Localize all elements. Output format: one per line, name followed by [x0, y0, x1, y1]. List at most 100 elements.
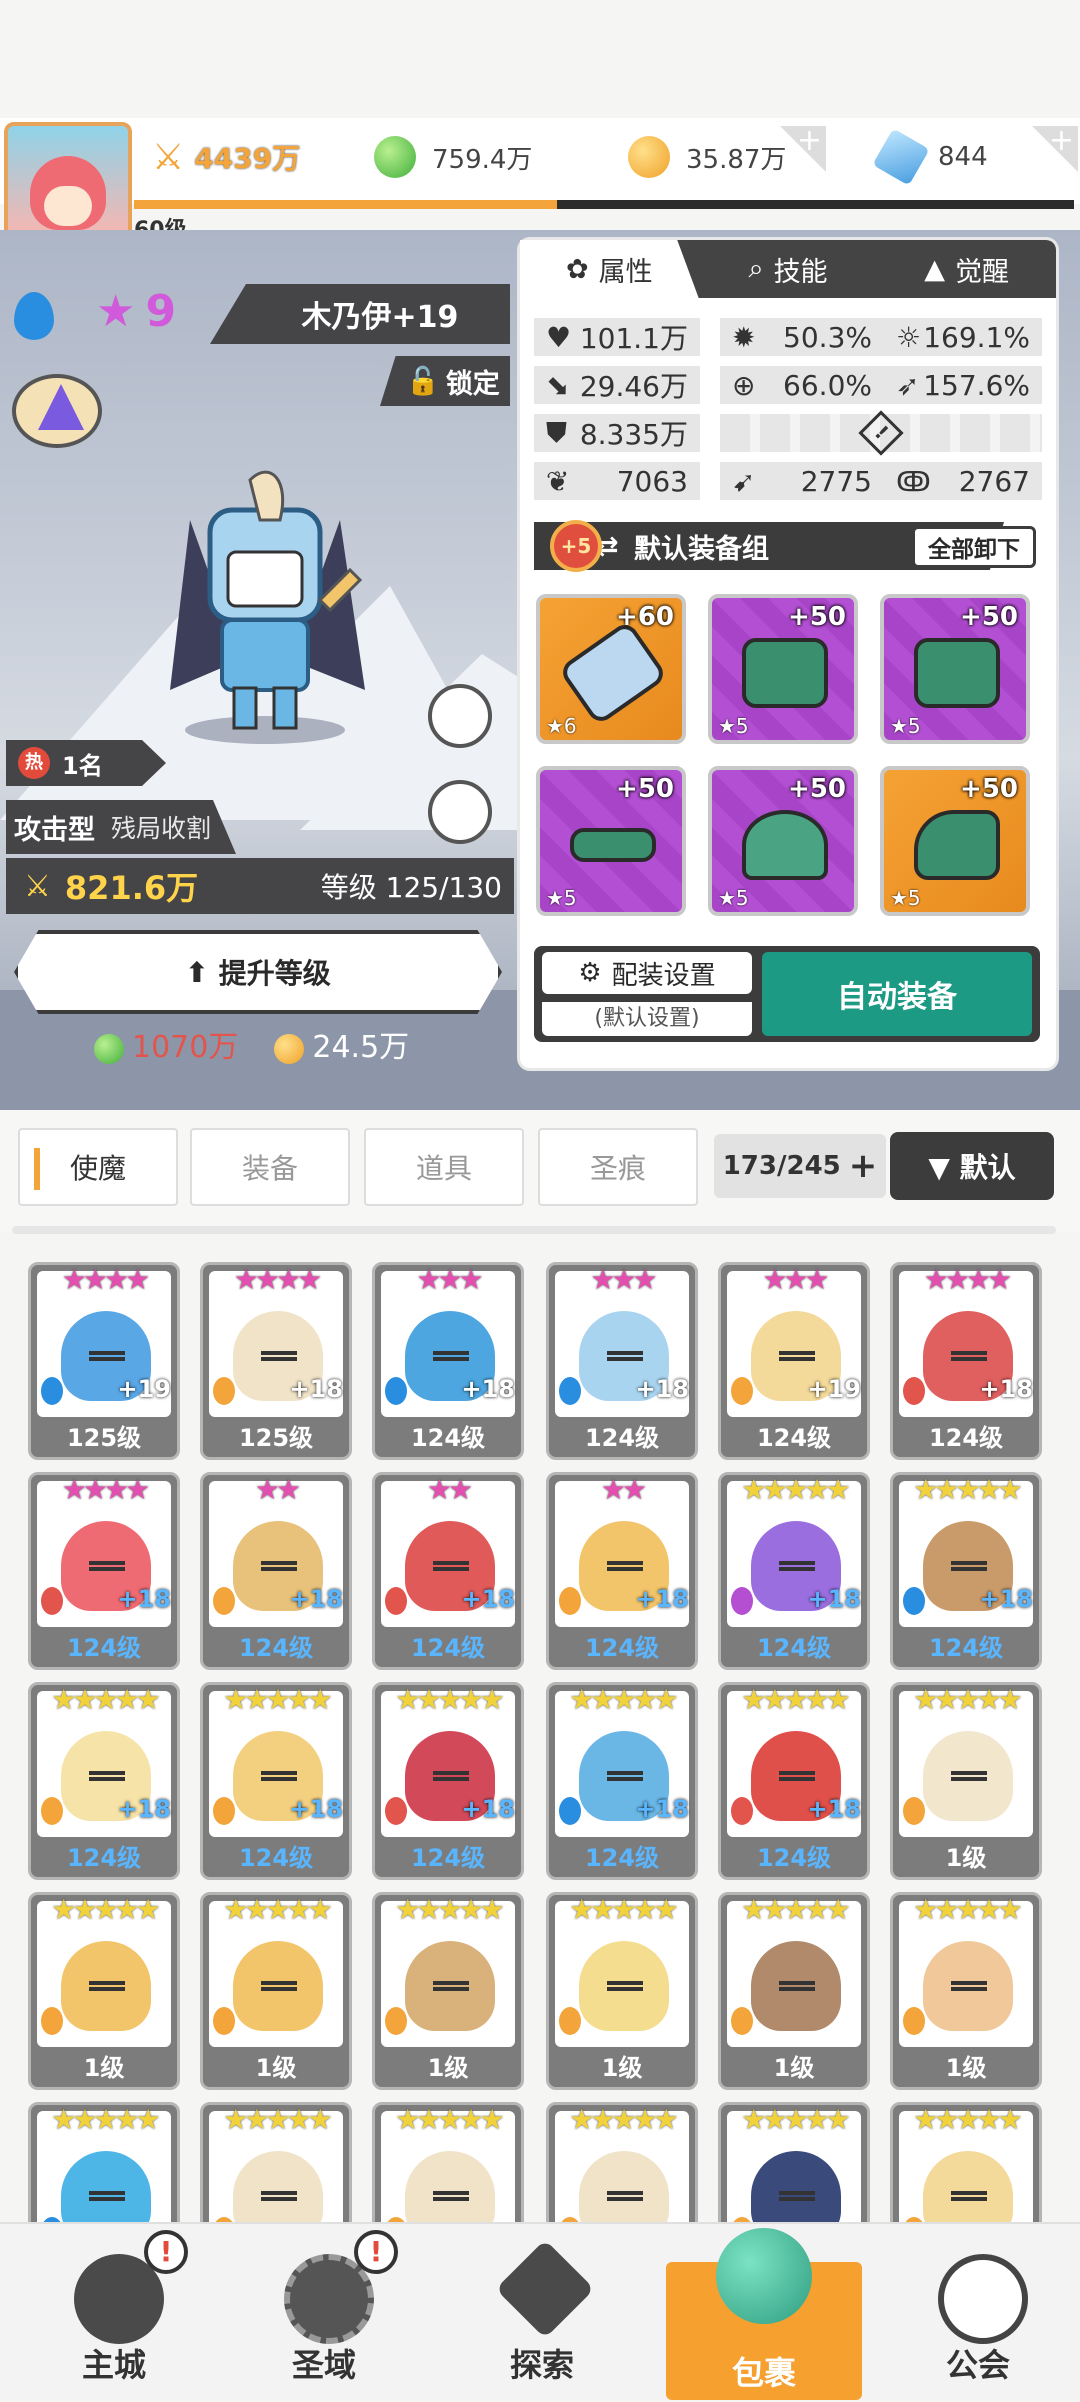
familiar-level: 124级 [928, 1634, 1004, 1662]
nav-main-city[interactable]: ! 主城 [24, 2224, 204, 2402]
equip-slot-belt[interactable]: +50 ★5 [536, 766, 686, 916]
bag-icon [716, 2228, 812, 2324]
familiar-stars: ★★★★★ [223, 1893, 333, 1926]
nav-guild[interactable]: 公会 [888, 2224, 1068, 2402]
familiar-stars: ★★★★★ [51, 2103, 161, 2136]
equip-level: +50 [616, 774, 674, 804]
unload-all-button[interactable]: 全部卸下 [912, 526, 1036, 568]
familiar-card[interactable]: ★★★★★ +18 124级 [546, 1682, 698, 1880]
inventory-count[interactable]: 173/245 + [714, 1134, 886, 1198]
familiar-stars: ★★★★★ [913, 1473, 1023, 1506]
class-hat-icon[interactable] [12, 374, 102, 448]
familiar-card[interactable]: ★★★★★ 1级 [718, 1892, 870, 2090]
element-icon [41, 1587, 63, 1615]
config-button[interactable]: ⚙ 配装设置 [542, 952, 752, 994]
element-icon [213, 1797, 235, 1825]
familiar-card[interactable]: ★★★ +19 124级 [718, 1262, 870, 1460]
view-toggle-button[interactable] [428, 684, 492, 748]
element-icon [385, 1587, 407, 1615]
element-icon [903, 2007, 925, 2035]
familiar-card[interactable]: ★★★★ +19 125级 [28, 1262, 180, 1460]
familiar-level: 1级 [255, 2054, 297, 2082]
nav-sanctuary[interactable]: ! 圣域 [234, 2224, 414, 2402]
familiar-level: 1级 [83, 2054, 125, 2082]
stat-hp: ♥ 101.1万 [534, 318, 700, 356]
tab-items[interactable]: 道具 [364, 1128, 524, 1206]
familiar-card[interactable]: ★★★★★ 1级 [890, 1892, 1042, 2090]
equip-slot-weapon[interactable]: +60 ★6 [536, 594, 686, 744]
upgrade-label: 提升等级 [218, 957, 331, 990]
familiar-figure [923, 1731, 1013, 1821]
equip-stars: ★5 [890, 714, 921, 738]
familiar-card[interactable]: ★★★★★ [372, 2102, 524, 2222]
green-orb-icon [374, 136, 416, 178]
gear-icon: ⚙ [578, 958, 602, 988]
nav-explore[interactable]: 探索 [452, 2224, 632, 2402]
familiar-stars: ★★ [426, 1473, 473, 1506]
tab-skills[interactable]: ⌕ 技能 [699, 240, 878, 298]
familiar-card[interactable]: ★★ +18 124级 [372, 1472, 524, 1670]
arrow-icon: ➹ [732, 464, 756, 498]
lock-button[interactable]: 🔓 锁定 [380, 356, 510, 406]
equip-stars: ★6 [546, 714, 577, 738]
upgrade-level-button[interactable]: ⬆ 提升等级 [14, 930, 502, 1014]
stat-accuracy: ⊕ 66.0% [720, 366, 884, 404]
tab-attributes[interactable]: ✿ 属性 [520, 240, 699, 298]
rotate-view-button[interactable] [428, 780, 492, 844]
familiar-level: 124级 [410, 1634, 486, 1662]
familiar-card[interactable]: ★★★ +18 124级 [372, 1262, 524, 1460]
stat-def: ⛊ 8.335万 [534, 414, 700, 452]
familiar-card[interactable]: ★★★★★ +18 124级 [718, 1472, 870, 1670]
familiar-card[interactable]: ★★★★★ +18 124级 [718, 1682, 870, 1880]
nav-bag[interactable]: 包裹 [666, 2228, 862, 2400]
familiar-card[interactable]: ★★★★★ +18 124级 [372, 1682, 524, 1880]
sword-item-icon [557, 619, 669, 727]
stat-value: 2767 [958, 464, 1030, 498]
green-currency: 759.4万 [374, 134, 532, 180]
tab-awaken[interactable]: ▲ 觉醒 [877, 240, 1056, 298]
diamond-icon [872, 128, 930, 186]
tab-familiar[interactable]: 使魔 [18, 1128, 178, 1206]
element-icon [385, 1797, 407, 1825]
element-icon [731, 2007, 753, 2035]
equip-slot-boots[interactable]: +50 ★5 [880, 766, 1030, 916]
familiar-card[interactable]: ★★★★★ [718, 2102, 870, 2222]
familiar-card[interactable]: ★★★★★ 1级 [28, 1892, 180, 2090]
familiar-card[interactable]: ★★★ +18 124级 [546, 1262, 698, 1460]
familiar-card[interactable]: ★★★★★ [890, 2102, 1042, 2222]
ranking-badge[interactable]: 热 1名 [6, 740, 166, 786]
familiar-plus: +19 [807, 1375, 861, 1403]
equip-slot-armor[interactable]: +50 ★5 [880, 594, 1030, 744]
familiar-card[interactable]: ★★★★★ 1级 [200, 1892, 352, 2090]
element-icon [731, 1797, 753, 1825]
familiar-card[interactable]: ★★★★★ 1级 [546, 1892, 698, 2090]
familiar-card[interactable]: ★★★★★ [28, 2102, 180, 2222]
skill-icon: ⌕ [748, 253, 764, 284]
familiar-card[interactable]: ★★★★★ [546, 2102, 698, 2222]
tab-equipment[interactable]: 装备 [190, 1128, 350, 1206]
tab-stigma[interactable]: 圣痕 [538, 1128, 698, 1206]
stat-value: 29.46万 [579, 370, 688, 403]
stat-hidden-row[interactable]: ! [720, 410, 1042, 456]
player-avatar[interactable] [4, 122, 132, 240]
familiar-card[interactable]: ★★★★★ +18 124级 [200, 1682, 352, 1880]
familiar-stars: ★★★★★ [913, 2103, 1023, 2136]
familiar-card[interactable]: ★★★★★ +18 124级 [28, 1682, 180, 1880]
familiar-card[interactable]: ★★★★★ [200, 2102, 352, 2222]
sort-dropdown[interactable]: ▼ 默认 [890, 1132, 1054, 1200]
familiar-card[interactable]: ★★ +18 124级 [200, 1472, 352, 1670]
familiar-card[interactable]: ★★★★ +18 124级 [890, 1262, 1042, 1460]
swirl-icon: ❦ [546, 464, 570, 498]
familiar-card[interactable]: ★★★★★ 1级 [372, 1892, 524, 2090]
familiar-card[interactable]: ★★★★★ 1级 [890, 1682, 1042, 1880]
equip-slot-necklace[interactable]: +50 ★5 [708, 766, 858, 916]
familiar-card[interactable]: ★★ +18 124级 [546, 1472, 698, 1670]
familiar-card[interactable]: ★★★★ +18 125级 [200, 1262, 352, 1460]
equip-slot-helmet[interactable]: +50 ★5 [708, 594, 858, 744]
familiar-card[interactable]: ★★★★★ +18 124级 [890, 1472, 1042, 1670]
sword-stone-icon [495, 2239, 595, 2339]
auto-equip-button[interactable]: 自动装备 [762, 952, 1032, 1036]
set-bonus-badge[interactable]: +5 [550, 520, 602, 572]
familiar-card[interactable]: ★★★★ +18 124级 [28, 1472, 180, 1670]
familiar-level: 124级 [584, 1634, 660, 1662]
